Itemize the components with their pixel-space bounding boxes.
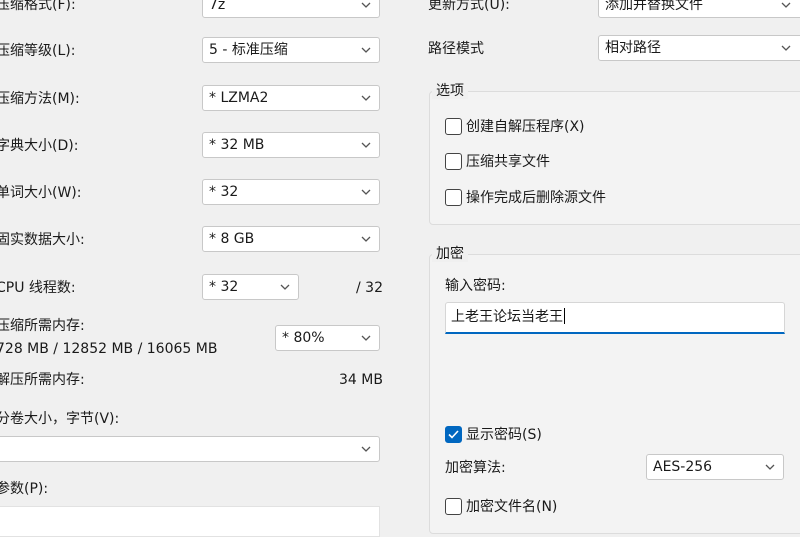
checkbox-checked-box[interactable] [445,425,462,443]
compression-memory-label: 压缩所需内存: [0,318,85,334]
chevron-down-icon [361,189,371,195]
compression-method-select[interactable]: * LZMA2 [202,85,380,111]
password-value: 上老王论坛当老王 [451,309,563,325]
decompression-memory-label: 解压所需内存: [0,372,85,388]
archive-format-value: 7z [209,0,226,13]
password-input[interactable]: 上老王论坛当老王 [445,302,785,334]
chevron-down-icon [361,236,371,242]
cpu-threads-select[interactable]: * 32 [202,274,299,300]
encryption-method-value: AES-256 [653,459,713,475]
checkbox-box[interactable] [445,188,462,206]
sfx-checkbox-label: 创建自解压程序(X) [466,119,585,135]
password-label: 输入密码: [445,278,506,294]
checkbox-box[interactable] [445,497,462,515]
compression-method-label: 压缩方法(M): [0,91,80,107]
update-mode-select[interactable]: 添加并替换文件 [598,0,800,18]
encryption-group-title: 加密 [432,246,468,262]
memory-usage-value: * 80% [282,330,325,346]
compression-method-value: * LZMA2 [209,90,269,106]
checkbox-box[interactable] [445,152,462,170]
volume-size-label: 分卷大小，字节(V): [0,411,120,427]
show-password-label: 显示密码(S) [466,427,542,443]
encrypt-filenames-label: 加密文件名(N) [466,499,558,515]
dictionary-size-select[interactable]: * 32 MB [202,132,380,158]
dictionary-size-value: * 32 MB [209,137,265,153]
checkmark-icon [448,429,459,439]
solid-block-size-select[interactable]: * 8 GB [202,226,380,252]
compression-level-label: 压缩等级(L): [0,43,76,59]
encryption-group [429,254,800,534]
archive-format-select[interactable]: 7z [202,0,380,18]
cpu-threads-max: / 32 [356,280,383,296]
path-mode-value: 相对路径 [605,40,661,56]
text-caret [564,308,565,324]
encrypt-filenames-checkbox[interactable]: 加密文件名(N) [445,496,557,516]
chevron-down-icon [781,45,791,51]
chevron-down-icon [765,464,775,470]
archive-settings-dialog: 压缩格式(F): 7z 压缩等级(L): 5 - 标准压缩 压缩方法(M): *… [0,0,800,537]
parameters-input[interactable] [0,506,380,537]
show-password-checkbox[interactable]: 显示密码(S) [445,424,542,444]
encryption-method-label: 加密算法: [445,460,506,476]
compression-memory-info: 728 MB / 12852 MB / 16065 MB [0,341,218,357]
encryption-method-select[interactable]: AES-256 [646,454,784,480]
volume-size-combo[interactable] [0,436,380,462]
chevron-down-icon [361,47,371,53]
decompression-memory-value: 34 MB [339,372,383,388]
chevron-down-icon [361,142,371,148]
archive-format-label: 压缩格式(F): [0,0,76,13]
solid-block-size-label: 固实数据大小: [0,232,85,248]
compression-level-value: 5 - 标准压缩 [209,42,288,58]
word-size-value: * 32 [209,184,239,200]
chevron-down-icon [361,446,371,452]
delete-after-checkbox-label: 操作完成后删除源文件 [466,190,606,206]
delete-after-checkbox[interactable]: 操作完成后删除源文件 [445,187,606,207]
compress-shared-checkbox-label: 压缩共享文件 [466,154,550,170]
dictionary-size-label: 字典大小(D): [0,138,79,154]
cpu-threads-value: * 32 [209,279,239,295]
parameters-label: 参数(P): [0,481,49,497]
chevron-down-icon [280,284,290,290]
path-mode-label: 路径模式 [428,41,484,57]
word-size-select[interactable]: * 32 [202,179,380,205]
update-mode-label: 更新方式(U): [428,0,510,13]
update-mode-value: 添加并替换文件 [605,0,703,13]
compress-shared-checkbox[interactable]: 压缩共享文件 [445,151,550,171]
options-group-title: 选项 [432,83,468,99]
path-mode-select[interactable]: 相对路径 [598,35,800,61]
compression-level-select[interactable]: 5 - 标准压缩 [202,37,380,63]
checkbox-box[interactable] [445,117,462,135]
chevron-down-icon [361,335,371,341]
cpu-threads-label: CPU 线程数: [0,280,76,296]
sfx-checkbox[interactable]: 创建自解压程序(X) [445,116,585,136]
chevron-down-icon [781,2,791,8]
memory-usage-select[interactable]: * 80% [275,325,380,351]
solid-block-size-value: * 8 GB [209,231,255,247]
chevron-down-icon [361,2,371,8]
word-size-label: 单词大小(W): [0,185,82,201]
chevron-down-icon [361,95,371,101]
